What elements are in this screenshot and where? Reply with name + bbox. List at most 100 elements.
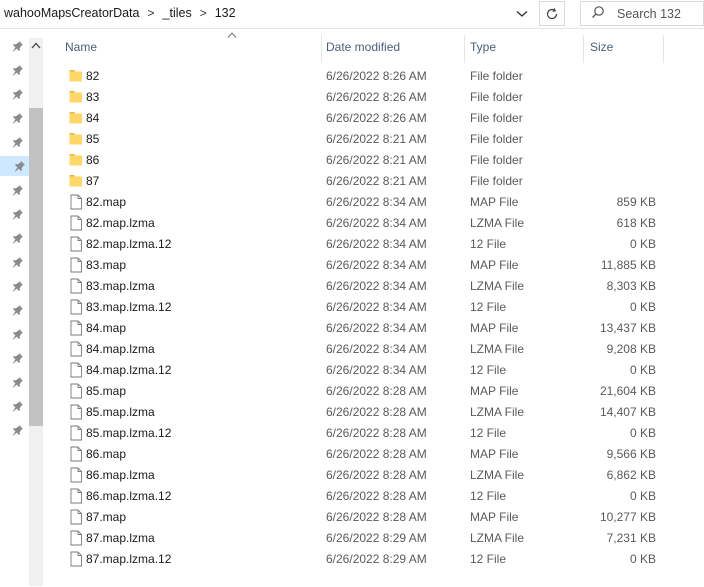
breadcrumb-separator[interactable]: > xyxy=(144,6,159,20)
breadcrumb-separator[interactable]: > xyxy=(196,6,211,20)
file-name: 84.map.lzma xyxy=(86,342,155,356)
quick-access-pin-16[interactable] xyxy=(11,423,25,437)
column-header-name[interactable]: Name xyxy=(65,29,97,65)
file-date-modified: 6/26/2022 8:29 AM xyxy=(326,531,427,545)
folder-icon xyxy=(69,70,82,82)
file-row[interactable]: 86.map.lzma.12 6/26/2022 8:28 AM 12 File 0 … xyxy=(44,486,704,507)
quick-access-pin-9[interactable] xyxy=(11,255,25,269)
address-history-dropdown-button[interactable] xyxy=(511,4,533,24)
file-date-modified: 6/26/2022 8:34 AM xyxy=(326,279,427,293)
file-row[interactable]: 87 6/26/2022 8:21 AM File folder xyxy=(44,171,704,192)
file-date-modified: 6/26/2022 8:28 AM xyxy=(326,384,427,398)
quick-access-pin-0[interactable] xyxy=(11,39,25,53)
quick-access-pin-12[interactable] xyxy=(11,327,25,341)
quick-access-pin-1[interactable] xyxy=(11,63,25,77)
file-name: 85 xyxy=(86,132,100,146)
file-row[interactable]: 87.map.lzma.12 6/26/2022 8:29 AM 12 File 0 … xyxy=(44,549,704,570)
quick-access-pin-2[interactable] xyxy=(11,87,25,101)
address-bar-row: wahooMapsCreatorData > _tiles > 132 xyxy=(0,0,704,29)
file-name: 83.map xyxy=(86,258,127,272)
file-row[interactable]: 84.map.lzma 6/26/2022 8:34 AM LZMA File 9,2… xyxy=(44,339,704,360)
file-name: 87.map.lzma.12 xyxy=(86,552,172,566)
file-name: 83.map.lzma.12 xyxy=(86,300,172,314)
breadcrumb-item-tiles[interactable]: _tiles xyxy=(159,6,196,20)
file-row[interactable]: 84.map 6/26/2022 8:34 AM MAP File 13,437 KB xyxy=(44,318,704,339)
file-date-modified: 6/26/2022 8:29 AM xyxy=(326,552,427,566)
file-row[interactable]: 83.map 6/26/2022 8:34 AM MAP File 11,885 KB xyxy=(44,255,704,276)
quick-access-pin-7[interactable] xyxy=(11,207,25,221)
folder-icon xyxy=(69,91,82,103)
quick-access-pin-13[interactable] xyxy=(11,351,25,365)
file-size: 7,231 KB xyxy=(606,531,656,545)
file-row[interactable]: 85.map.lzma 6/26/2022 8:28 AM LZMA File 14,… xyxy=(44,402,704,423)
file-date-modified: 6/26/2022 8:21 AM xyxy=(326,153,427,167)
refresh-button[interactable] xyxy=(539,1,565,26)
file-date-modified: 6/26/2022 8:26 AM xyxy=(326,69,427,83)
file-row[interactable]: 82.map.lzma.12 6/26/2022 8:34 AM 12 File 0 … xyxy=(44,234,704,255)
file-type: LZMA File xyxy=(470,468,525,482)
quick-access-pin-11[interactable] xyxy=(11,303,25,317)
file-type: LZMA File xyxy=(470,279,525,293)
pin-icon xyxy=(12,353,23,364)
pin-icon xyxy=(12,185,23,196)
quick-access-pin-6[interactable] xyxy=(11,183,25,197)
file-icon xyxy=(70,551,82,567)
file-date-modified: 6/26/2022 8:21 AM xyxy=(326,174,427,188)
file-row[interactable]: 82.map.lzma 6/26/2022 8:34 AM LZMA File 618… xyxy=(44,213,704,234)
file-row[interactable]: 83.map.lzma 6/26/2022 8:34 AM LZMA File 8,3… xyxy=(44,276,704,297)
file-date-modified: 6/26/2022 8:34 AM xyxy=(326,237,427,251)
breadcrumb[interactable]: wahooMapsCreatorData > _tiles > 132 xyxy=(0,0,535,26)
file-row[interactable]: 87.map 6/26/2022 8:28 AM MAP File 10,277 KB xyxy=(44,507,704,528)
file-row[interactable]: 85.map 6/26/2022 8:28 AM MAP File 21,604 KB xyxy=(44,381,704,402)
file-type: 12 File xyxy=(470,552,507,566)
search-input[interactable] xyxy=(615,5,699,22)
quick-access-pin-10[interactable] xyxy=(11,279,25,293)
quick-access-pin-15[interactable] xyxy=(11,399,25,413)
pin-icon xyxy=(14,161,25,172)
file-row[interactable]: 84.map.lzma.12 6/26/2022 8:34 AM 12 File 0 … xyxy=(44,360,704,381)
column-header-date-modified[interactable]: Date modified xyxy=(326,29,400,65)
file-type: LZMA File xyxy=(470,342,525,356)
pin-icon xyxy=(12,305,23,316)
quick-access-pin-14[interactable] xyxy=(11,375,25,389)
file-list: 82 6/26/2022 8:26 AM File folder 83 6/26/202… xyxy=(44,66,704,570)
file-icon xyxy=(70,509,82,525)
file-date-modified: 6/26/2022 8:34 AM xyxy=(326,342,427,356)
navigation-scrollbar-thumb[interactable] xyxy=(29,108,43,426)
column-header-type[interactable]: Type xyxy=(470,29,496,65)
file-row[interactable]: 86.map 6/26/2022 8:28 AM MAP File 9,566 KB xyxy=(44,444,704,465)
scroll-up-button[interactable] xyxy=(30,37,42,53)
search-box[interactable] xyxy=(580,1,704,26)
file-row[interactable]: 86 6/26/2022 8:21 AM File folder xyxy=(44,150,704,171)
column-header-size[interactable]: Size xyxy=(590,29,613,65)
column-divider[interactable] xyxy=(663,35,664,63)
file-size: 0 KB xyxy=(629,363,656,377)
column-divider[interactable] xyxy=(321,35,322,63)
file-row[interactable]: 86.map.lzma 6/26/2022 8:28 AM LZMA File 6,8… xyxy=(44,465,704,486)
pin-icon xyxy=(12,41,23,52)
file-row[interactable]: 85.map.lzma.12 6/26/2022 8:28 AM 12 File 0 … xyxy=(44,423,704,444)
quick-access-pin-4[interactable] xyxy=(11,135,25,149)
file-row[interactable]: 87.map.lzma 6/26/2022 8:29 AM LZMA File 7,2… xyxy=(44,528,704,549)
file-row[interactable]: 84 6/26/2022 8:26 AM File folder xyxy=(44,108,704,129)
quick-access-pin-3[interactable] xyxy=(11,111,25,125)
file-date-modified: 6/26/2022 8:34 AM xyxy=(326,363,427,377)
file-type: 12 File xyxy=(470,426,507,440)
quick-access-pin-5[interactable] xyxy=(0,156,29,176)
file-type: File folder xyxy=(470,174,523,188)
file-row[interactable]: 85 6/26/2022 8:21 AM File folder xyxy=(44,129,704,150)
file-name: 86 xyxy=(86,153,100,167)
folder-icon xyxy=(69,154,82,166)
quick-access-pin-8[interactable] xyxy=(11,231,25,245)
column-divider[interactable] xyxy=(464,35,465,63)
file-row[interactable]: 83 6/26/2022 8:26 AM File folder xyxy=(44,87,704,108)
file-row[interactable]: 82 6/26/2022 8:26 AM File folder xyxy=(44,66,704,87)
file-row[interactable]: 83.map.lzma.12 6/26/2022 8:34 AM 12 File 0 … xyxy=(44,297,704,318)
breadcrumb-item-current[interactable]: 132 xyxy=(211,6,240,20)
file-size: 10,277 KB xyxy=(599,510,656,524)
file-date-modified: 6/26/2022 8:21 AM xyxy=(326,132,427,146)
column-divider[interactable] xyxy=(583,35,584,63)
breadcrumb-item-root[interactable]: wahooMapsCreatorData xyxy=(0,6,144,20)
file-name: 85.map.lzma.12 xyxy=(86,426,172,440)
file-row[interactable]: 82.map 6/26/2022 8:34 AM MAP File 859 KB xyxy=(44,192,704,213)
